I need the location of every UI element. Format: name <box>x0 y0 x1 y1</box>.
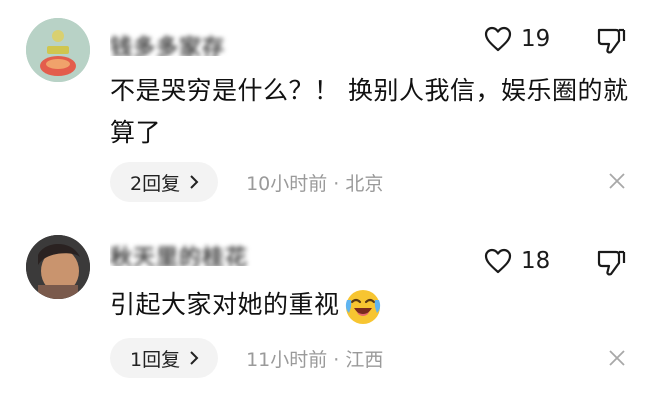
close-icon[interactable] <box>608 349 626 367</box>
reply-button[interactable]: 2回复 <box>110 162 219 202</box>
comment-text: 引起大家对她的重视 <box>110 284 630 326</box>
reply-button[interactable]: 1回复 <box>110 338 219 378</box>
comment-item: 钱多多家存 19 不是哭穷是什么？！ 换别人我信，娱乐圈的就算了 2回复 10小… <box>0 0 660 215</box>
thumbs-down-icon[interactable] <box>596 249 626 277</box>
username[interactable]: 秋天里的桂花 <box>110 240 266 266</box>
avatar[interactable] <box>26 18 90 82</box>
laughing-crying-emoji-icon <box>345 290 380 324</box>
chevron-right-icon <box>190 351 199 365</box>
thumbs-down-icon[interactable] <box>596 27 626 55</box>
chevron-right-icon <box>190 175 199 189</box>
comment-meta: 1回复 11小时前 · 江西 <box>110 338 383 378</box>
heart-outline-icon <box>484 26 512 52</box>
like-button[interactable]: 19 <box>484 26 550 52</box>
comment-text-content: 引起大家对她的重视 <box>110 290 340 319</box>
comment-text: 不是哭穷是什么？！ 换别人我信，娱乐圈的就算了 <box>110 76 629 147</box>
heart-outline-icon <box>484 248 512 274</box>
comment-item: 秋天里的桂花 18 引起大家对她的重视 1回复 11小时前 · 江西 <box>0 215 660 401</box>
like-count: 18 <box>521 248 551 274</box>
reply-label: 1回复 <box>130 348 181 371</box>
like-count: 19 <box>521 26 551 52</box>
timestamp-location: 10小时前 · 北京 <box>246 172 384 195</box>
close-icon[interactable] <box>608 172 626 190</box>
reply-label: 2回复 <box>130 172 181 195</box>
avatar[interactable] <box>26 235 90 299</box>
timestamp-location: 11小时前 · 江西 <box>246 348 384 371</box>
comment-meta: 2回复 10小时前 · 北京 <box>110 162 383 202</box>
username[interactable]: 钱多多家存 <box>110 30 258 56</box>
like-button[interactable]: 18 <box>484 248 550 274</box>
